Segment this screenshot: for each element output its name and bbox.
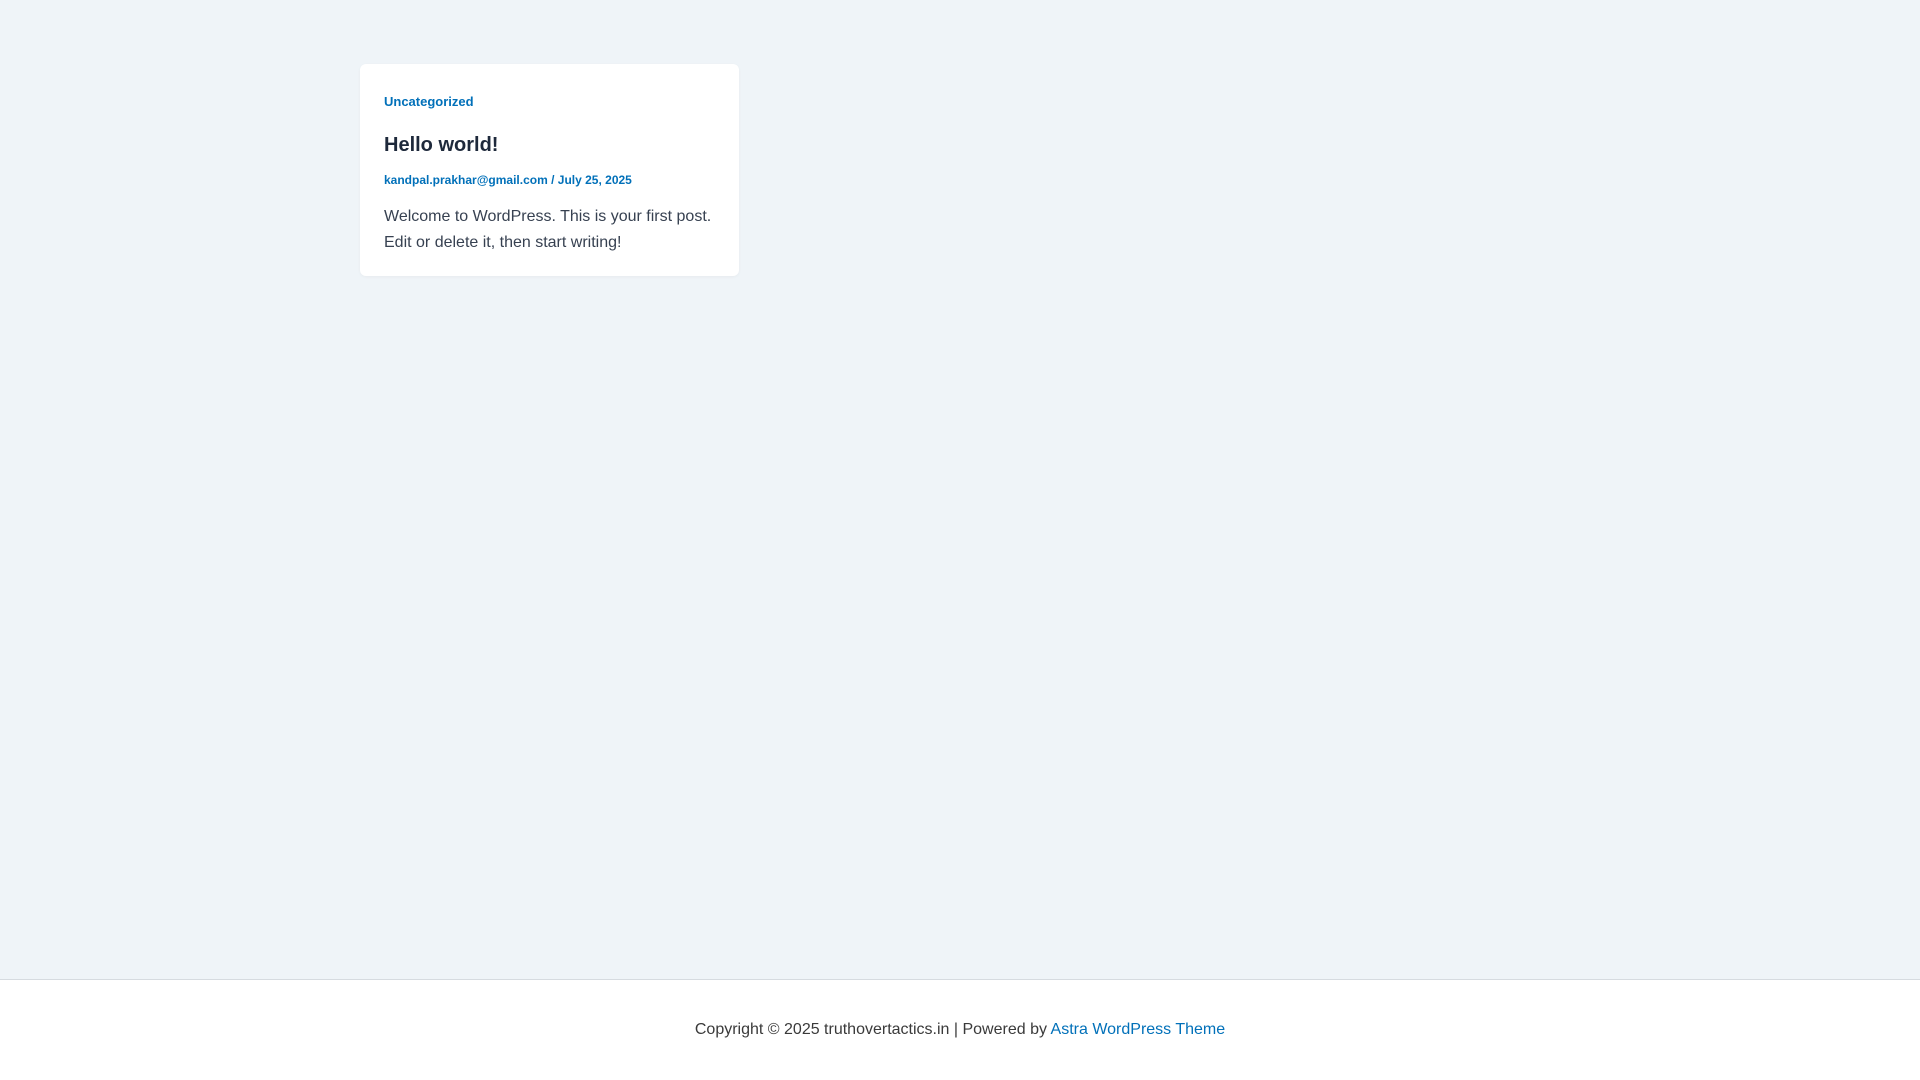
post-meta: kandpal.prakhar@gmail.com / July 25, 202… bbox=[384, 173, 715, 187]
footer-copyright: Copyright © 2025 truthovertactics.in | P… bbox=[0, 1020, 1920, 1040]
footer-copyright-text: Copyright © 2025 truthovertactics.in | P… bbox=[694, 1021, 1051, 1038]
footer-theme-link[interactable]: Astra WordPress Theme bbox=[1051, 1021, 1226, 1038]
post-title[interactable]: Hello world! bbox=[384, 133, 715, 157]
post-author-link[interactable]: kandpal.prakhar@gmail.com bbox=[384, 173, 548, 187]
post-category-link[interactable]: Uncategorized bbox=[384, 94, 474, 110]
post-excerpt: Welcome to WordPress. This is your first… bbox=[384, 208, 712, 251]
post-meta-separator: / bbox=[547, 173, 558, 187]
post-date-link[interactable]: July 25, 2025 bbox=[558, 173, 632, 187]
post-card: Uncategorized Hello world! kandpal.prakh… bbox=[360, 64, 739, 276]
site-footer: Copyright © 2025 truthovertactics.in | P… bbox=[0, 980, 1920, 1080]
site-content: Uncategorized Hello world! kandpal.prakh… bbox=[0, 0, 1920, 980]
